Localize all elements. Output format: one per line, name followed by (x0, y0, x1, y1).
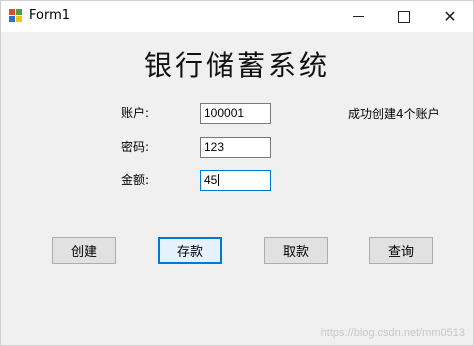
title-bar[interactable]: Form1 ✕ (1, 1, 473, 32)
password-label: 密码: (121, 140, 150, 154)
create-button[interactable]: 创建 (52, 237, 116, 264)
text-caret (218, 174, 220, 186)
window-title: Form1 (29, 8, 71, 23)
minimize-icon (352, 16, 364, 17)
account-input-value: 100001 (204, 106, 245, 120)
page-title: 银行储蓄系统 (143, 49, 330, 82)
minimize-button[interactable] (335, 1, 381, 32)
password-input-value: 123 (204, 140, 225, 154)
withdraw-button[interactable]: 取款 (264, 237, 328, 264)
close-icon: ✕ (443, 6, 457, 26)
maximize-button[interactable] (381, 1, 427, 32)
password-input[interactable]: 123 (200, 137, 271, 158)
account-input[interactable]: 100001 (200, 103, 271, 124)
amount-input[interactable]: 45 (200, 170, 271, 191)
app-icon (9, 9, 23, 23)
account-label: 账户: (121, 106, 150, 120)
close-button[interactable]: ✕ (427, 1, 473, 32)
status-message: 成功创建4个账户 (348, 107, 440, 121)
amount-input-value: 45 (204, 173, 218, 187)
app-window: Form1 ✕ 银行储蓄系统 账户: 100001 密码: 123 金额: 45… (0, 0, 474, 346)
amount-label: 金额: (121, 173, 150, 187)
maximize-icon (398, 10, 410, 23)
deposit-button[interactable]: 存款 (158, 237, 222, 264)
query-button[interactable]: 查询 (369, 237, 433, 264)
watermark-text: https://blog.csdn.net/mm0513 (320, 327, 465, 339)
